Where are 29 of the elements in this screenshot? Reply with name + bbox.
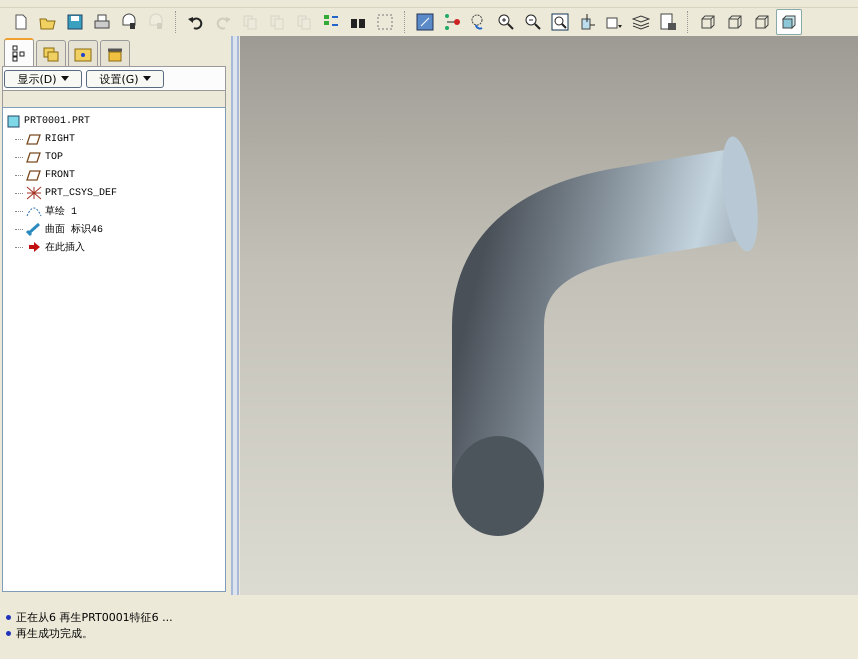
tree-item[interactable]: PRT0001.PRT [24,116,90,126]
caret-icon [60,76,69,82]
tree-item[interactable]: TOP [45,152,64,162]
folder-icon [42,44,60,62]
favorite-tab[interactable] [68,40,98,66]
bullet-icon [6,614,11,620]
plane-icon [26,132,42,146]
tree-tab[interactable] [4,38,34,66]
axes-icon [26,186,42,200]
tree-item[interactable]: RIGHT [45,134,76,144]
plane-icon [26,168,42,182]
shaded-button[interactable] [776,9,802,35]
part-icon [7,114,21,128]
tree-item[interactable]: 在此插入 [45,240,85,254]
arrow-icon [26,240,42,254]
tree-item[interactable]: 草绘 1 [45,204,78,218]
folders-tab[interactable] [36,40,66,66]
surface-icon [26,222,42,236]
message-text: 正在从6 再生PRT0001特征6 ... [16,610,173,624]
tools-tab[interactable] [100,40,130,66]
tree-item[interactable]: 曲面 标识46 [45,222,104,236]
dropdown-button[interactable]: 设置(G) [86,70,164,88]
dropdown-button[interactable]: 显示(D) [4,70,82,88]
caret-icon [142,76,151,82]
bullet-icon [6,630,11,636]
tree-item[interactable]: FRONT [45,170,76,180]
tree-item[interactable]: PRT_CSYS_DEF [45,188,118,198]
message-text: 再生成功完成。 [16,626,93,640]
plane-icon [26,150,42,164]
